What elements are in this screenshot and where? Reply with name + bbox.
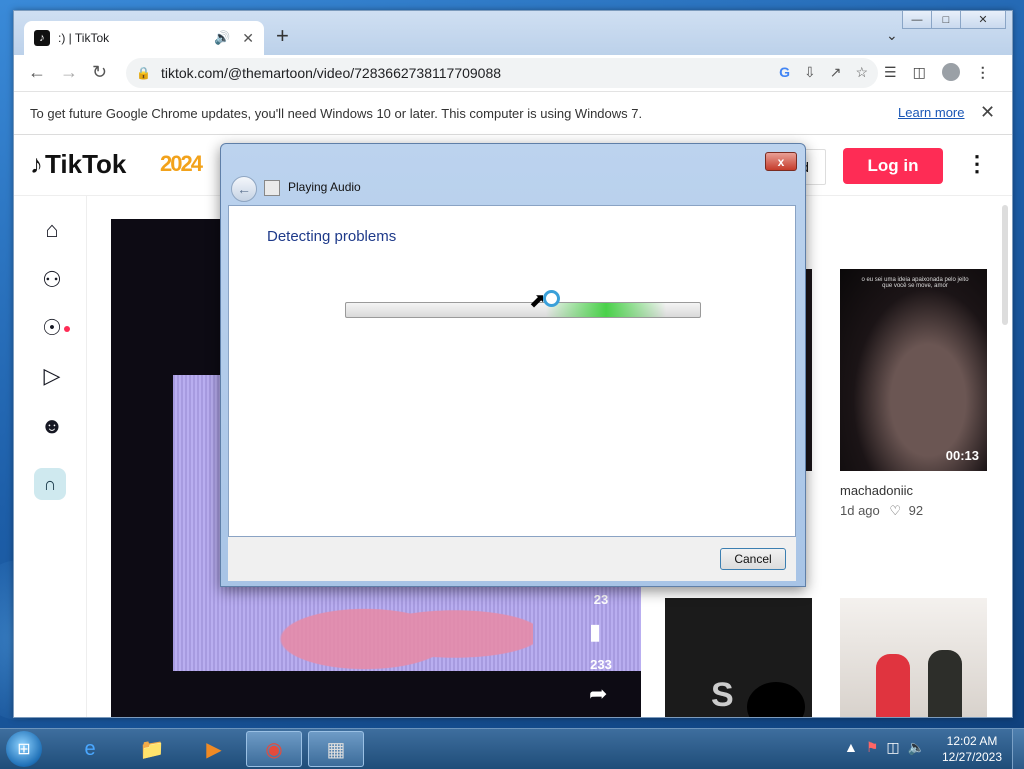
video-drawing xyxy=(253,579,533,679)
dialog-footer: Cancel xyxy=(228,537,796,581)
chrome-menu-icon[interactable]: ⋮ xyxy=(976,64,990,81)
back-arrow-icon[interactable]: ← xyxy=(231,176,257,202)
notification-dot xyxy=(64,326,70,332)
live-badge-icon[interactable]: ∩ xyxy=(34,468,66,500)
internet-explorer-icon[interactable]: e xyxy=(62,731,118,767)
video-thumbnail[interactable]: o eu sei uma ideia apaixonada pelo jeito… xyxy=(840,269,987,471)
video-thumbnail-3[interactable] xyxy=(840,598,987,717)
update-infobar: To get future Google Chrome updates, you… xyxy=(14,92,1012,135)
system-tray: ▲ ⚑ ◫ 🔈 xyxy=(844,739,925,756)
girl-dark-dress xyxy=(928,650,962,717)
share-arrow-icon[interactable]: ➦ xyxy=(589,681,607,707)
tab-close-icon[interactable]: ✕ xyxy=(242,30,254,47)
tab-strip: ♪ :) | TikTok 🔊 ✕ + ⌄ — □ ✕ xyxy=(14,11,1012,55)
show-desktop-button[interactable] xyxy=(1012,729,1024,769)
cancel-button[interactable]: Cancel xyxy=(720,548,786,570)
window-close-button[interactable]: ✕ xyxy=(960,11,1006,29)
bookmark-icon[interactable]: ▮ xyxy=(589,619,601,645)
file-explorer-icon[interactable]: 📁 xyxy=(124,731,180,767)
chrome-taskbar-icon[interactable]: ◉ xyxy=(246,731,302,767)
lock-icon[interactable]: 🔒 xyxy=(136,66,151,80)
tiktok-2024-badge: 2024 xyxy=(160,151,203,176)
home-icon[interactable]: ⌂ xyxy=(38,216,66,244)
following-icon[interactable]: ⚇ xyxy=(38,266,66,294)
show-hidden-icons-icon[interactable]: ▲ xyxy=(844,739,858,756)
shares-count: 233 xyxy=(590,657,612,672)
login-button[interactable]: Log in xyxy=(843,148,943,184)
troubleshooter-dialog: x ← Playing Audio Detecting problems ⬈ C… xyxy=(220,143,806,587)
tiktok-note-icon: ♪ xyxy=(30,149,43,179)
clock-date: 12/27/2023 xyxy=(941,750,1003,764)
bookmark-star-icon[interactable]: ☆ xyxy=(855,64,868,81)
tiktok-sidebar: ⌂ ⚇ ☉ ▷ ☻ ∩ xyxy=(14,196,87,717)
saves-count: 23 xyxy=(593,592,609,607)
busy-ring-icon xyxy=(543,290,560,307)
taskbar: ⊞ e 📁 ▶ ◉ ▦ ▲ ⚑ ◫ 🔈 12:02 AM 12/27/2023 xyxy=(0,728,1024,769)
speaker-icon[interactable]: 🔊 xyxy=(214,30,230,46)
back-arrow-icon[interactable]: ← xyxy=(28,61,46,83)
share-icon[interactable]: ↗ xyxy=(830,64,842,81)
tab-tiktok[interactable]: ♪ :) | TikTok 🔊 ✕ xyxy=(24,21,264,55)
troubleshooter-taskbar-icon[interactable]: ▦ xyxy=(308,731,364,767)
page-scrollbar[interactable] xyxy=(1002,205,1008,325)
angry-face-icon xyxy=(747,682,805,717)
forward-arrow-icon[interactable]: → xyxy=(60,61,78,83)
explore-compass-icon[interactable]: ☉ xyxy=(38,314,66,342)
tiktok-logo[interactable]: ♪TikTok xyxy=(30,149,126,180)
maximize-button[interactable]: □ xyxy=(931,11,961,29)
google-lens-icon[interactable]: G xyxy=(779,64,790,81)
clock-time: 12:02 AM xyxy=(946,734,998,748)
learn-more-link[interactable]: Learn more xyxy=(898,105,964,120)
girl-red-dress xyxy=(876,654,910,717)
marquee-progress-bar xyxy=(345,302,701,318)
start-button[interactable]: ⊞ xyxy=(6,731,42,767)
more-options-icon[interactable]: ⋮ xyxy=(966,151,988,177)
new-tab-button[interactable]: + xyxy=(276,25,289,47)
thumbnail-meta: 1d ago ♡ 92 xyxy=(840,503,924,518)
infobar-close-icon[interactable]: ✕ xyxy=(980,102,995,123)
tab-search-chevron-icon[interactable]: ⌄ xyxy=(886,27,898,44)
dialog-body: Detecting problems ⬈ xyxy=(228,205,796,537)
tab-title: :) | TikTok xyxy=(58,31,110,45)
thumbnail-username[interactable]: machadoniic xyxy=(840,483,913,498)
thumbnail-caption: o eu sei uma ideia apaixonada pelo jeito… xyxy=(861,277,969,289)
minimize-button[interactable]: — xyxy=(902,11,932,29)
action-center-icon[interactable]: ⚑ xyxy=(866,739,879,756)
side-panel-icon[interactable]: ◫ xyxy=(913,64,926,81)
dialog-title: Playing Audio xyxy=(288,180,361,194)
infobar-message: To get future Google Chrome updates, you… xyxy=(30,105,643,121)
media-control-icon[interactable]: ☰ xyxy=(884,64,897,81)
network-icon[interactable]: ◫ xyxy=(886,739,899,756)
volume-muted-icon[interactable]: 🔈 xyxy=(908,739,925,756)
dialog-close-button[interactable]: x xyxy=(765,152,797,171)
thumbnail-letter: S xyxy=(711,676,734,714)
reload-icon[interactable]: ↻ xyxy=(92,61,107,83)
media-player-icon[interactable]: ▶ xyxy=(186,731,242,767)
install-app-icon[interactable]: ⇩ xyxy=(804,64,816,81)
clock[interactable]: 12:02 AM 12/27/2023 xyxy=(938,733,1006,765)
live-camera-icon[interactable]: ▷ xyxy=(38,362,66,390)
video-duration: 00:13 xyxy=(945,448,979,463)
browser-toolbar: ← → ↻ 🔒 tiktok.com/@themartoon/video/728… xyxy=(14,55,1012,92)
address-bar[interactable]: 🔒 tiktok.com/@themartoon/video/728366273… xyxy=(126,58,878,88)
tiktok-favicon-icon: ♪ xyxy=(34,30,50,46)
video-thumbnail-2[interactable]: S xyxy=(665,598,812,717)
likes-count: 92 xyxy=(908,503,924,518)
url-text[interactable]: tiktok.com/@themartoon/video/72836627381… xyxy=(161,65,501,81)
progress-glow xyxy=(546,303,666,317)
profile-icon[interactable]: ☻ xyxy=(38,412,66,440)
heart-icon: ♡ xyxy=(889,503,902,518)
dialog-heading: Detecting problems xyxy=(267,228,397,245)
profile-avatar-icon[interactable] xyxy=(941,63,960,81)
troubleshooter-icon xyxy=(264,180,280,196)
